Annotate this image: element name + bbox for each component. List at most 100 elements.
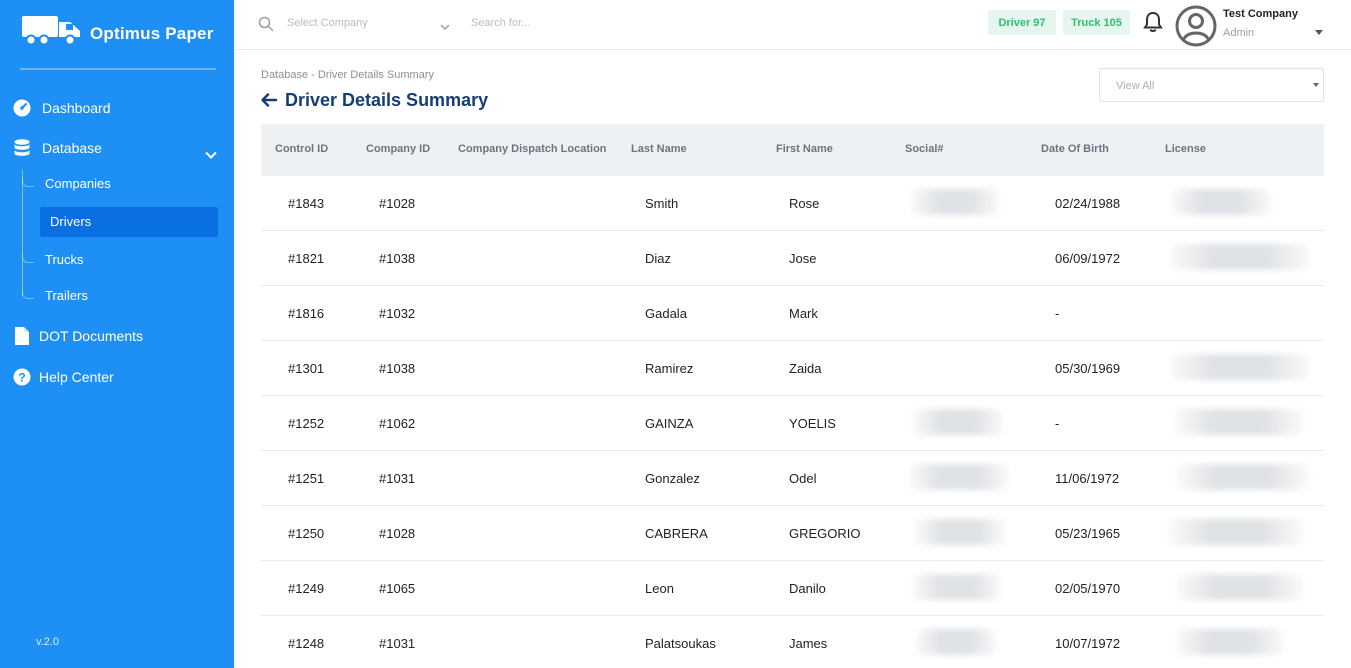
chevron-down-icon[interactable] xyxy=(440,18,450,36)
sidebar-item-label: Dashboard xyxy=(42,100,111,116)
sidebar-subitem-companies[interactable]: Companies xyxy=(45,176,111,191)
license-redacted-cell xyxy=(1171,354,1309,380)
first-name-cell: Jose xyxy=(789,251,817,266)
document-icon xyxy=(12,326,32,346)
search-input[interactable]: Search for... xyxy=(471,17,530,29)
sidebar-item-dot-documents[interactable]: DOT Documents xyxy=(12,326,143,346)
table-row[interactable]: #1252 #1062 GAINZA YOELIS - xyxy=(261,396,1324,451)
table-row[interactable]: #1301 #1038 Ramirez Zaida 05/30/1969 xyxy=(261,341,1324,396)
last-name-cell: Gonzalez xyxy=(645,471,700,486)
tree-branch xyxy=(22,253,34,263)
last-name-cell: Palatsoukas xyxy=(645,636,716,651)
table-row[interactable]: #1248 #1031 Palatsoukas James 10/07/1972 xyxy=(261,616,1324,668)
dob-cell: 05/23/1965 xyxy=(1055,526,1121,541)
bell-icon[interactable] xyxy=(1143,11,1163,38)
first-name-cell: YOELIS xyxy=(789,416,836,431)
column-header-dispatch-location[interactable]: Company Dispatch Location xyxy=(458,143,607,155)
control-id-cell: #1248 xyxy=(288,636,325,651)
table-row[interactable]: #1251 #1031 Gonzalez Odel 11/06/1972 xyxy=(261,451,1324,506)
control-id-cell: #1843 xyxy=(288,196,325,211)
table-row[interactable]: #1821 #1038 Diaz Jose 06/09/1972 xyxy=(261,231,1324,286)
page-title: Driver Details Summary xyxy=(285,90,489,110)
table-header: Control ID Company ID Company Dispatch L… xyxy=(261,124,1324,176)
sidebar-item-label: Database xyxy=(42,140,102,156)
speedometer-icon xyxy=(12,98,32,118)
sidebar-subitem-trucks[interactable]: Trucks xyxy=(45,252,84,267)
company-id-cell: #1032 xyxy=(379,306,416,321)
chevron-down-icon[interactable] xyxy=(205,146,217,164)
company-id-cell: #1038 xyxy=(379,251,416,266)
sidebar-item-database[interactable]: Database xyxy=(12,138,102,158)
user-role: Admin xyxy=(1223,27,1255,39)
select-company-dropdown[interactable]: Select Company xyxy=(287,17,368,29)
brand-logo[interactable]: Optimus Paper xyxy=(22,16,214,51)
last-name-cell: CABRERA xyxy=(645,526,708,541)
svg-text:?: ? xyxy=(18,371,25,385)
tree-line xyxy=(22,170,23,295)
license-redacted-cell xyxy=(1169,519,1303,545)
view-filter-select[interactable]: View All xyxy=(1099,68,1324,102)
driver-count-badge[interactable]: Driver 97 xyxy=(988,10,1056,35)
dob-cell: 06/09/1972 xyxy=(1055,251,1121,266)
company-id-cell: #1031 xyxy=(379,636,416,651)
last-name-cell: Diaz xyxy=(645,251,672,266)
avatar[interactable] xyxy=(1175,5,1217,52)
company-id-cell: #1031 xyxy=(379,471,416,486)
social-redacted-cell xyxy=(909,464,1009,490)
company-id-cell: #1028 xyxy=(379,526,416,541)
caret-down-icon xyxy=(1313,83,1319,87)
license-redacted-cell xyxy=(1171,244,1309,270)
sidebar-subitem-drivers[interactable]: Drivers xyxy=(50,214,91,229)
first-name-cell: Danilo xyxy=(789,581,826,596)
social-redacted-cell xyxy=(913,574,1001,600)
sidebar: Optimus Paper Dashboard Database Compani… xyxy=(0,0,234,668)
control-id-cell: #1301 xyxy=(288,361,325,376)
control-id-cell: #1252 xyxy=(288,416,325,431)
control-id-cell: #1816 xyxy=(288,306,325,321)
truck-logo-icon xyxy=(22,16,82,51)
column-header-first-name[interactable]: First Name xyxy=(776,143,833,155)
sidebar-item-label: DOT Documents xyxy=(39,328,143,344)
control-id-cell: #1250 xyxy=(288,526,325,541)
table-row[interactable]: #1816 #1032 Gadala Mark - xyxy=(261,286,1324,341)
license-redacted-cell xyxy=(1177,574,1303,600)
help-icon: ? xyxy=(12,367,32,387)
license-redacted-cell xyxy=(1177,464,1309,490)
sidebar-item-label: Help Center xyxy=(39,369,114,385)
column-header-license[interactable]: License xyxy=(1165,143,1206,155)
tree-branch xyxy=(22,289,34,299)
column-header-dob[interactable]: Date Of Birth xyxy=(1041,143,1109,155)
first-name-cell: Mark xyxy=(789,306,818,321)
sidebar-subitem-trailers[interactable]: Trailers xyxy=(45,288,88,303)
dob-cell: - xyxy=(1055,416,1060,431)
company-id-cell: #1062 xyxy=(379,416,416,431)
user-company-name: Test Company xyxy=(1223,8,1298,20)
column-header-control-id[interactable]: Control ID xyxy=(275,143,328,155)
last-name-cell: Gadala xyxy=(645,306,687,321)
first-name-cell: Rose xyxy=(789,196,820,211)
table-row[interactable]: #1249 #1065 Leon Danilo 02/05/1970 xyxy=(261,561,1324,616)
first-name-cell: GREGORIO xyxy=(789,526,861,541)
column-header-company-id[interactable]: Company ID xyxy=(366,143,430,155)
column-header-social[interactable]: Social# xyxy=(905,143,944,155)
last-name-cell: Ramirez xyxy=(645,361,694,376)
back-arrow-icon[interactable] xyxy=(260,92,278,113)
social-redacted-cell xyxy=(911,189,999,215)
breadcrumb: Database - Driver Details Summary xyxy=(261,69,434,81)
dob-cell: 02/24/1988 xyxy=(1055,196,1121,211)
first-name-cell: Zaida xyxy=(789,361,822,376)
dob-cell: - xyxy=(1055,306,1060,321)
sidebar-item-help-center[interactable]: ? Help Center xyxy=(12,367,114,387)
table-row[interactable]: #1250 #1028 CABRERA GREGORIO 05/23/1965 xyxy=(261,506,1324,561)
caret-down-icon[interactable] xyxy=(1315,30,1323,35)
last-name-cell: GAINZA xyxy=(645,416,694,431)
truck-count-badge[interactable]: Truck 105 xyxy=(1063,10,1130,35)
dob-cell: 02/05/1970 xyxy=(1055,581,1121,596)
search-icon[interactable] xyxy=(258,16,274,37)
topbar: Select Company Search for... Driver 97 T… xyxy=(234,0,1351,50)
dob-cell: 10/07/1972 xyxy=(1055,636,1121,651)
column-header-last-name[interactable]: Last Name xyxy=(631,143,687,155)
social-redacted-cell xyxy=(916,629,996,655)
sidebar-item-dashboard[interactable]: Dashboard xyxy=(12,98,111,118)
table-row[interactable]: #1843 #1028 Smith Rose 02/24/1988 xyxy=(261,176,1324,231)
